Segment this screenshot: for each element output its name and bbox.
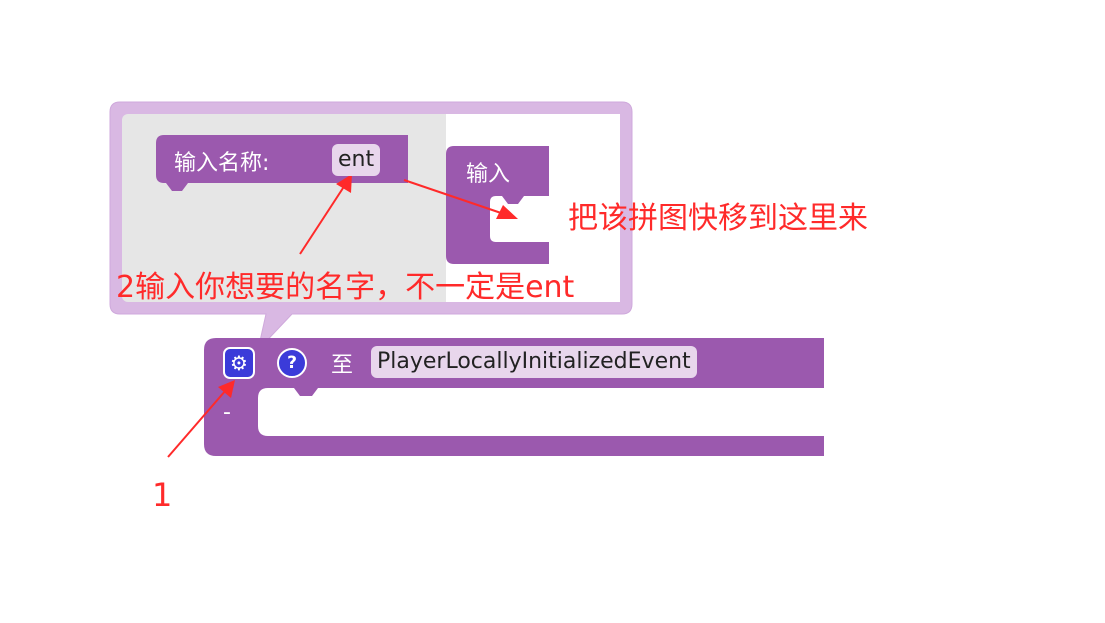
workspace-canvas	[109, 101, 824, 458]
gear-icon[interactable]: ⚙	[223, 347, 255, 379]
input-name-label: 输入名称:	[174, 151, 270, 176]
annotation-step-one: 1	[152, 476, 173, 514]
input-name-field[interactable]: ent	[332, 144, 381, 176]
event-name-field[interactable]: PlayerLocallyInitializedEvent	[371, 346, 697, 378]
annotation-move-hint: 把该拼图快移到这里来	[568, 201, 868, 236]
event-keyword: 至	[331, 353, 354, 378]
annotation-rename-hint: 2输入你想要的名字，不一定是ent	[116, 270, 575, 305]
statement-label: -	[223, 400, 231, 425]
question-icon[interactable]: ?	[277, 348, 307, 378]
input-container-label: 输入	[466, 162, 511, 187]
